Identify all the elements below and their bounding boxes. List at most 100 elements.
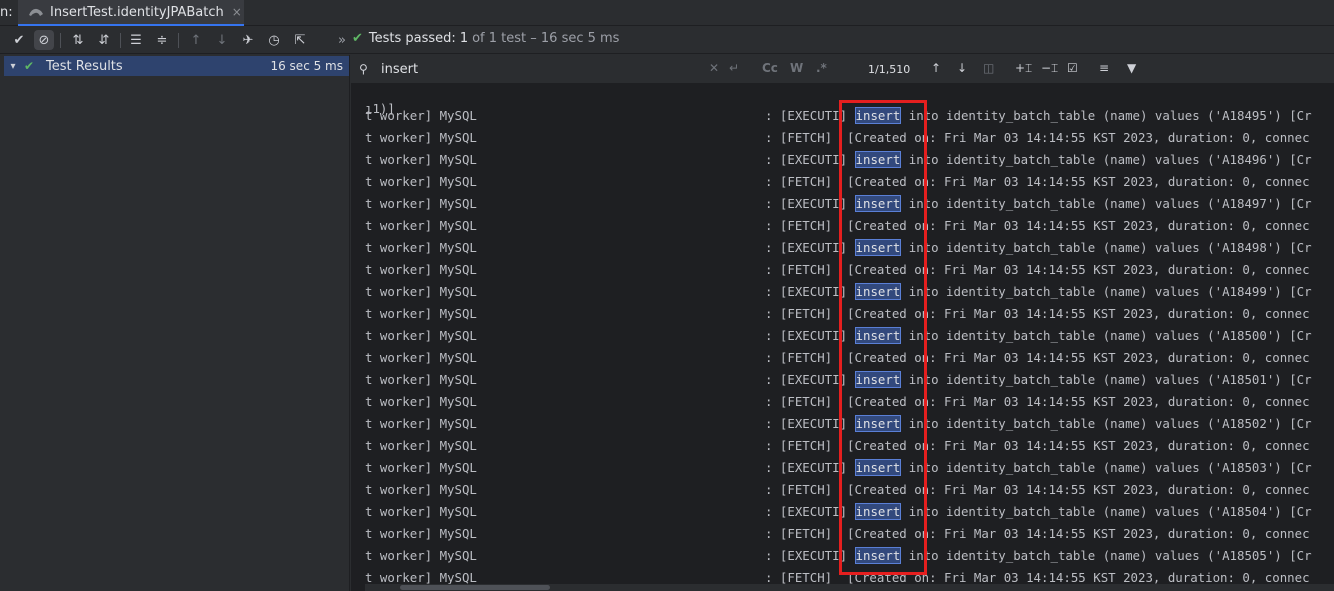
console-suffix: ') [Cr: [1266, 108, 1312, 123]
console-thread: t worker] MySQL: [365, 240, 477, 255]
console-suffix: ') [Cr: [1266, 240, 1312, 255]
previous-occurrence-icon[interactable]: ↑: [931, 61, 941, 75]
chevron-down-icon[interactable]: ▾: [4, 61, 22, 72]
search-input[interactable]: insert: [381, 62, 418, 77]
check-icon: ✔: [24, 59, 35, 73]
console-suffix: ') [Cr: [1266, 460, 1312, 475]
console-thread: t worker] MySQL: [365, 482, 477, 497]
select-occurrences-icon[interactable]: ☑: [1067, 61, 1078, 75]
new-line-icon[interactable]: ↵: [729, 61, 739, 75]
select-all-occurrences-icon[interactable]: ◫: [983, 61, 994, 75]
console-value: A18500: [1222, 328, 1267, 343]
console-thread: t worker] MySQL: [365, 196, 477, 211]
console-thread: t worker] MySQL: [365, 570, 477, 585]
console-mid: into identity_batch_table (name) values …: [901, 196, 1223, 211]
show-ignored-icon[interactable]: ⊘: [34, 30, 54, 50]
console-suffix: ') [Cr: [1266, 152, 1312, 167]
status-passed: Tests passed:: [368, 31, 456, 46]
export-results-icon[interactable]: ⇱: [290, 30, 310, 50]
match-count: 1/1,510: [868, 63, 911, 76]
console-value: A18501: [1222, 372, 1267, 387]
console-suffix: ') [Cr: [1266, 328, 1312, 343]
close-icon[interactable]: ×: [232, 5, 242, 19]
console-thread: t worker] MySQL: [365, 526, 477, 541]
horizontal-scrollbar[interactable]: [365, 584, 1334, 591]
console-mid: into identity_batch_table (name) values …: [901, 108, 1223, 123]
scrollbar-thumb[interactable]: [400, 585, 550, 590]
console-thread: t worker] MySQL: [365, 108, 477, 123]
highlight-box: [839, 100, 927, 575]
console-mid: into identity_batch_table (name) values …: [901, 548, 1223, 563]
sort-alphabetically-icon[interactable]: ⇅: [68, 30, 88, 50]
sort-by-duration-icon[interactable]: ⇵: [94, 30, 114, 50]
console-thread: t worker] MySQL: [365, 262, 477, 277]
tree-item-test-results[interactable]: ▾ ✔ Test Results 16 sec 5 ms: [4, 56, 349, 76]
console-thread: t worker] MySQL: [365, 174, 477, 189]
tree-item-time: 16 sec 5 ms: [270, 59, 343, 73]
console-thread: t worker] MySQL: [365, 504, 477, 519]
console-search-bar: ⚲ insert ✕ ↵ Cc W .* 1/1,510 ↑ ↓ ◫ +⌶ −⌶…: [351, 55, 1334, 84]
collapse-all-icon[interactable]: ≑: [152, 30, 172, 50]
console-value: A18502: [1222, 416, 1267, 431]
console-suffix: ') [Cr: [1266, 548, 1312, 563]
console-thread: t worker] MySQL: [365, 350, 477, 365]
console-mid: into identity_batch_table (name) values …: [901, 372, 1223, 387]
import-tests-icon[interactable]: ✈: [238, 30, 258, 50]
more-actions-icon[interactable]: »: [332, 30, 352, 50]
toolbar-separator: [60, 33, 61, 48]
filter-icon[interactable]: ▼: [1127, 61, 1136, 75]
next-failed-icon[interactable]: ↓: [212, 30, 232, 50]
show-passed-icon[interactable]: ✔: [9, 30, 29, 50]
clear-search-icon[interactable]: ✕: [709, 61, 719, 75]
tree-item-label: Test Results: [46, 58, 123, 74]
add-occurrence-icon[interactable]: +⌶: [1015, 61, 1032, 76]
console-mid: into identity_batch_table (name) values …: [901, 152, 1223, 167]
toolbar-separator: [178, 33, 179, 48]
expand-all-icon[interactable]: ☰: [126, 30, 146, 50]
tab-insert-test[interactable]: InsertTest.identityJPABatch ×: [18, 0, 244, 26]
tab-bar: n: InsertTest.identityJPABatch ×: [0, 0, 1334, 26]
console-value: A18495: [1222, 108, 1267, 123]
match-case-button[interactable]: Cc: [762, 61, 778, 75]
console-suffix: ') [Cr: [1266, 284, 1312, 299]
console-mid: into identity_batch_table (name) values …: [901, 504, 1223, 519]
tab-label: InsertTest.identityJPABatch: [50, 4, 224, 20]
next-occurrence-icon[interactable]: ↓: [957, 61, 967, 75]
console-line: ı1)]: [365, 86, 395, 116]
console-value: A18504: [1222, 504, 1267, 519]
console-value: A18498: [1222, 240, 1267, 255]
console-value: A18497: [1222, 196, 1267, 211]
test-history-icon[interactable]: ◷: [264, 30, 284, 50]
console-suffix: ') [Cr: [1266, 416, 1312, 431]
console-thread: t worker] MySQL: [365, 152, 477, 167]
previous-failed-icon[interactable]: ↑: [186, 30, 206, 50]
console-thread: t worker] MySQL: [365, 284, 477, 299]
console-mid: into identity_batch_table (name) values …: [901, 328, 1223, 343]
console-suffix: ') [Cr: [1266, 504, 1312, 519]
console-thread: t worker] MySQL: [365, 438, 477, 453]
regex-button[interactable]: .*: [816, 61, 827, 75]
console-thread: t worker] MySQL: [365, 416, 477, 431]
status-summary: of 1 test – 16 sec 5 ms: [472, 31, 620, 46]
test-toolbar: ✔ ⊘ ⇅ ⇵ ☰ ≑ ↑ ↓ ✈ ◷ ⇱ » ✔ Tests passed: …: [0, 27, 1334, 54]
search-icon[interactable]: ⚲: [359, 62, 368, 76]
console-thread: t worker] MySQL: [365, 372, 477, 387]
console-thread: t worker] MySQL: [365, 460, 477, 475]
console-suffix: ') [Cr: [1266, 372, 1312, 387]
console-thread: t worker] MySQL: [365, 130, 477, 145]
in-selection-icon[interactable]: ≡: [1099, 61, 1109, 75]
console-value: A18499: [1222, 284, 1267, 299]
console-mid: into identity_batch_table (name) values …: [901, 416, 1223, 431]
console-mid: into identity_batch_table (name) values …: [901, 460, 1223, 475]
console-value: A18496: [1222, 152, 1267, 167]
console-value: A18505: [1222, 548, 1267, 563]
status-count: 1: [459, 31, 469, 46]
run-config-icon: [29, 8, 43, 16]
console-value: A18503: [1222, 460, 1267, 475]
words-button[interactable]: W: [790, 61, 803, 75]
console-suffix: ') [Cr: [1266, 196, 1312, 211]
remove-occurrence-icon[interactable]: −⌶: [1041, 61, 1058, 76]
console-thread: t worker] MySQL: [365, 306, 477, 321]
toolbar-separator: [120, 33, 121, 48]
console-thread: t worker] MySQL: [365, 328, 477, 343]
